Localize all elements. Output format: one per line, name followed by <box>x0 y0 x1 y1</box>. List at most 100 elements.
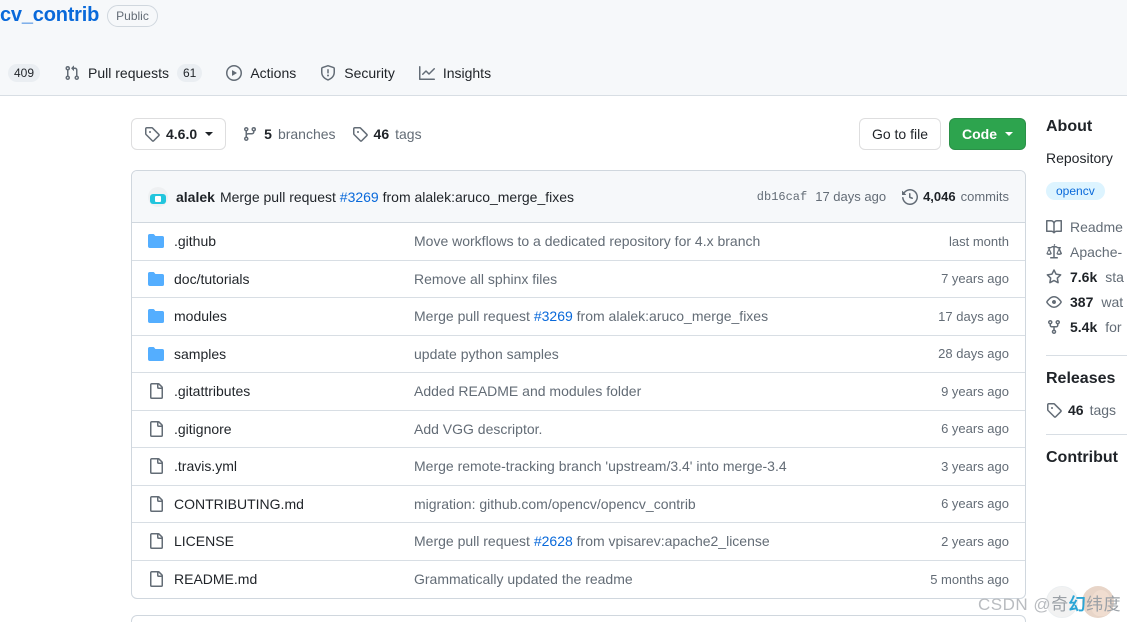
tag-icon <box>352 126 368 142</box>
file-commit-age: 3 years ago <box>894 459 1009 474</box>
file-name-link[interactable]: .gitignore <box>174 421 414 437</box>
github-repo-page: cv_contrib Public 409 Pull requests 61 A… <box>0 0 1127 622</box>
file-commit-age: 6 years ago <box>894 421 1009 436</box>
shield-icon <box>320 65 336 81</box>
file-name-link[interactable]: .gitattributes <box>174 383 414 399</box>
commit-meta: db16caf 17 days ago 4,046 commits <box>757 189 1009 205</box>
sidebar-forks[interactable]: 5.4k for <box>1046 314 1127 339</box>
readme-preview-box <box>131 615 1026 622</box>
branches-link[interactable]: 5 branches <box>242 126 335 142</box>
folder-icon <box>148 346 164 362</box>
commits-count-label: commits <box>961 189 1009 204</box>
file-row: doc/tutorialsRemove all sphinx files7 ye… <box>132 261 1025 299</box>
latest-commit-bar: alalek Merge pull request #3269 from ala… <box>132 171 1025 223</box>
nav-issues[interactable]: 409 <box>0 58 52 88</box>
graph-icon <box>419 65 435 81</box>
releases-tags-label: tags <box>1090 402 1116 418</box>
watermark-cn-b: 纬度 <box>1086 595 1121 614</box>
file-icon <box>148 421 164 437</box>
repo-header: cv_contrib Public 409 Pull requests 61 A… <box>0 0 1127 96</box>
file-commit-age: 9 years ago <box>894 384 1009 399</box>
nav-security[interactable]: Security <box>308 59 407 87</box>
sidebar-watchers-label: wat <box>1101 294 1123 310</box>
nav-actions[interactable]: Actions <box>214 59 308 87</box>
file-name-link[interactable]: .github <box>174 233 414 249</box>
nav-insights[interactable]: Insights <box>407 59 503 87</box>
releases-tags-count: 46 <box>1068 402 1084 418</box>
sidebar-stars-label: sta <box>1105 269 1124 285</box>
repo-action-row: 4.6.0 5 branches 46 tags <box>131 118 1026 150</box>
commit-age: 17 days ago <box>815 189 886 204</box>
watermark-cn-a: 奇 <box>1051 595 1069 614</box>
commit-author[interactable]: alalek <box>176 189 215 205</box>
nav-issues-count: 409 <box>8 64 40 82</box>
sidebar-divider <box>1046 434 1127 435</box>
file-name-link[interactable]: LICENSE <box>174 533 414 549</box>
file-row: samplesupdate python samples28 days ago <box>132 336 1025 374</box>
branch-icon <box>242 126 258 142</box>
topic-chip-opencv[interactable]: opencv <box>1046 182 1105 200</box>
sidebar-readme-label: Readme <box>1070 219 1123 235</box>
file-commit-message: migration: github.com/opencv/opencv_cont… <box>414 496 894 512</box>
sidebar-watchers[interactable]: 387 wat <box>1046 289 1127 314</box>
file-commit-pr-link[interactable]: #2628 <box>534 533 573 549</box>
file-icon <box>148 383 164 399</box>
code-button[interactable]: Code <box>949 118 1026 150</box>
file-name-link[interactable]: README.md <box>174 571 414 587</box>
sidebar-stars[interactable]: 7.6k sta <box>1046 264 1127 289</box>
file-icon <box>148 533 164 549</box>
folder-icon <box>148 233 164 249</box>
file-commit-message: Move workflows to a dedicated repository… <box>414 233 894 249</box>
contributors-heading: Contribut <box>1046 449 1127 467</box>
file-commit-age: 17 days ago <box>894 309 1009 324</box>
repo-right-actions: Go to file Code <box>859 118 1026 150</box>
commits-count-link[interactable]: 4,046 commits <box>902 189 1009 205</box>
file-icon <box>148 571 164 587</box>
file-row: LICENSEMerge pull request #2628 from vpi… <box>132 523 1025 561</box>
repo-title-row: cv_contrib Public <box>0 4 158 27</box>
file-commit-message: Added README and modules folder <box>414 383 894 399</box>
sidebar-readme[interactable]: Readme <box>1046 214 1127 239</box>
repo-description: Repository <box>1046 150 1127 166</box>
commit-sha[interactable]: db16caf <box>757 190 807 204</box>
releases-heading: Releases <box>1046 370 1127 388</box>
nav-pull-requests[interactable]: Pull requests 61 <box>52 58 214 88</box>
file-commit-message: Merge remote-tracking branch 'upstream/3… <box>414 458 894 474</box>
tags-count: 46 <box>374 126 390 142</box>
tag-icon <box>1046 402 1062 418</box>
fork-icon <box>1046 319 1062 335</box>
file-rows: .githubMove workflows to a dedicated rep… <box>132 223 1025 598</box>
file-commit-age: 7 years ago <box>894 271 1009 286</box>
file-row: CONTRIBUTING.mdmigration: github.com/ope… <box>132 486 1025 524</box>
file-icon <box>148 496 164 512</box>
file-name-link[interactable]: modules <box>174 308 414 324</box>
about-heading: About <box>1046 118 1127 136</box>
sidebar-stars-value: 7.6k <box>1070 269 1097 285</box>
file-commit-pr-link[interactable]: #3269 <box>534 308 573 324</box>
nav-insights-label: Insights <box>443 65 491 81</box>
commit-message-prefix: Merge pull request <box>220 189 340 205</box>
repo-sidebar: About Repository opencv ReadmeApache-7.6… <box>1046 118 1127 481</box>
file-row: .travis.ymlMerge remote-tracking branch … <box>132 448 1025 486</box>
file-name-link[interactable]: doc/tutorials <box>174 271 414 287</box>
file-row: README.mdGrammatically updated the readm… <box>132 561 1025 599</box>
sidebar-license[interactable]: Apache- <box>1046 239 1127 264</box>
sidebar-divider <box>1046 355 1127 356</box>
go-to-file-button[interactable]: Go to file <box>859 118 941 150</box>
file-row: modulesMerge pull request #3269 from ala… <box>132 298 1025 336</box>
tags-link[interactable]: 46 tags <box>352 126 422 142</box>
tags-label: tags <box>395 126 421 142</box>
nav-pull-requests-count: 61 <box>177 64 202 82</box>
eye-icon <box>1046 294 1062 310</box>
commit-message-pr-link[interactable]: #3269 <box>340 189 379 205</box>
book-icon <box>1046 219 1062 235</box>
repo-name-link[interactable]: cv_contrib <box>0 4 99 27</box>
nav-actions-label: Actions <box>250 65 296 81</box>
file-listing-box: alalek Merge pull request #3269 from ala… <box>131 170 1026 599</box>
releases-tags-link[interactable]: 46 tags <box>1046 402 1127 418</box>
file-name-link[interactable]: CONTRIBUTING.md <box>174 496 414 512</box>
file-name-link[interactable]: .travis.yml <box>174 458 414 474</box>
nav-pull-requests-label: Pull requests <box>88 65 169 81</box>
file-name-link[interactable]: samples <box>174 346 414 362</box>
ref-selector-button[interactable]: 4.6.0 <box>131 118 226 150</box>
